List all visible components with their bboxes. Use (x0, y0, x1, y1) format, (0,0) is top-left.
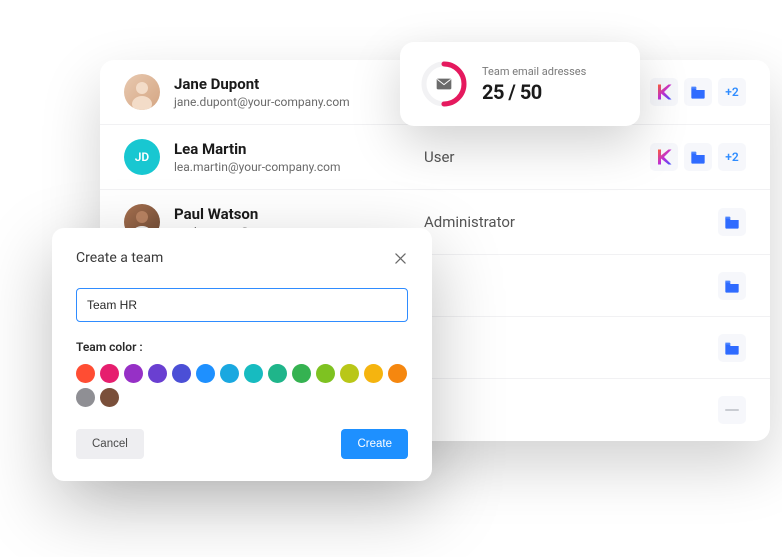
user-apps (718, 396, 746, 424)
color-swatch[interactable] (268, 364, 287, 383)
cancel-button[interactable]: Cancel (76, 429, 144, 459)
app-icon-folder[interactable] (718, 272, 746, 300)
user-role: User (424, 148, 564, 166)
color-swatch[interactable] (76, 388, 95, 407)
color-swatch[interactable] (124, 364, 143, 383)
color-swatch[interactable] (292, 364, 311, 383)
app-icon-folder[interactable] (684, 143, 712, 171)
quota-count: 25 / 50 (482, 80, 586, 104)
user-apps (718, 334, 746, 362)
envelope-icon (436, 78, 452, 90)
user-name: Lea Martin (174, 140, 424, 158)
avatar (124, 74, 160, 110)
user-name: Jane Dupont (174, 75, 424, 93)
create-button[interactable]: Create (341, 429, 408, 459)
app-icon-none (718, 396, 746, 424)
color-swatch[interactable] (220, 364, 239, 383)
color-swatch[interactable] (172, 364, 191, 383)
color-swatch[interactable] (340, 364, 359, 383)
user-apps: +2 (650, 143, 746, 171)
user-email: lea.martin@your-company.com (174, 160, 424, 174)
color-swatch[interactable] (244, 364, 263, 383)
email-quota-card: Team email adresses 25 / 50 (400, 42, 640, 126)
user-row[interactable]: JD Lea Martin lea.martin@your-company.co… (100, 125, 770, 190)
modal-title: Create a team (76, 250, 163, 266)
color-swatch[interactable] (100, 388, 119, 407)
user-name: Paul Watson (174, 205, 424, 223)
user-apps: +2 (650, 78, 746, 106)
color-swatch[interactable] (388, 364, 407, 383)
quota-label: Team email adresses (482, 65, 586, 78)
app-icon-k[interactable] (650, 143, 678, 171)
user-apps (718, 208, 746, 236)
app-icon-folder[interactable] (684, 78, 712, 106)
app-icon-folder[interactable] (718, 334, 746, 362)
user-email: jane.dupont@your-company.com (174, 95, 424, 109)
color-swatch[interactable] (100, 364, 119, 383)
color-swatch[interactable] (196, 364, 215, 383)
color-swatch[interactable] (364, 364, 383, 383)
color-swatch[interactable] (148, 364, 167, 383)
app-more-count[interactable]: +2 (718, 78, 746, 106)
color-swatch[interactable] (316, 364, 335, 383)
color-picker (76, 364, 408, 407)
avatar: JD (124, 139, 160, 175)
color-label: Team color : (76, 340, 408, 354)
app-icon-folder[interactable] (718, 208, 746, 236)
user-role: Administrator (424, 213, 564, 231)
close-icon[interactable] (392, 250, 408, 266)
app-icon-k[interactable] (650, 78, 678, 106)
color-swatch[interactable] (76, 364, 95, 383)
create-team-modal: Create a team Team color : Cancel Create (52, 228, 432, 481)
quota-ring-icon (420, 60, 468, 108)
user-apps (718, 272, 746, 300)
team-name-input[interactable] (76, 288, 408, 322)
app-more-count[interactable]: +2 (718, 143, 746, 171)
